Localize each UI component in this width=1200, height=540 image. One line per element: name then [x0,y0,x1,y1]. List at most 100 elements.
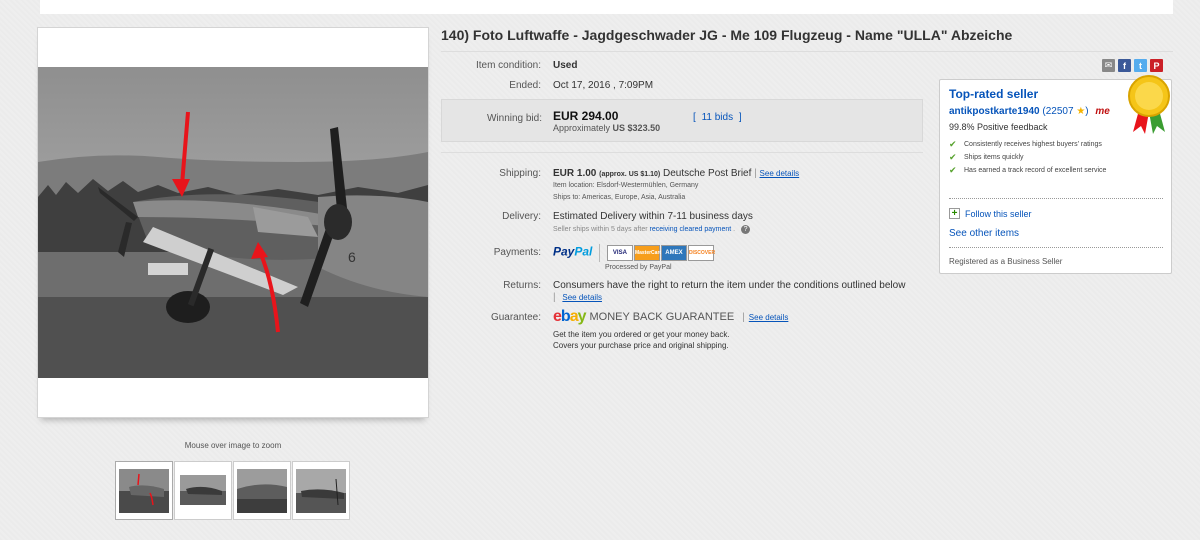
shipping-value: EUR 1.00 (approx. US $1.10) Deutsche Pos… [553,168,799,179]
winning-bid-label: Winning bid: [486,113,542,124]
guarantee-label: Guarantee: [490,312,541,323]
shipping-price: EUR 1.00 [553,168,597,179]
ships-to: Ships to: Americas, Europe, Asia, Austra… [553,194,685,201]
svg-text:6: 6 [348,249,356,265]
winning-bid-approx: Approximately US $323.50 [553,123,660,133]
delivery-note-prefix: Seller ships within 5 days after [553,226,648,233]
shipping-approx: (approx. US $1.10) [599,171,661,178]
pinterest-icon[interactable]: P [1150,59,1163,72]
payment-divider [599,244,601,262]
guarantee-line-2: Covers your purchase price and original … [553,341,729,350]
seller-name-link[interactable]: antikpostkarte1940 [949,106,1040,117]
me-badge-icon[interactable]: me [1095,106,1109,117]
email-icon[interactable]: ✉ [1102,59,1115,72]
check-icon: ✔ [949,152,957,162]
paypal-logo: PayPal [553,245,592,259]
approx-value: US $323.50 [612,123,661,133]
amex-card-icon: AMEX [660,245,687,261]
item-location: Item location: Elsdorf-Westermühlen, Ger… [553,182,698,189]
paypal-pal: Pal [574,244,593,259]
cleared-payment-link[interactable]: receiving cleared payment [650,226,732,233]
bids-link[interactable]: 11 bids [702,112,734,123]
thumbnail-strip [115,461,350,520]
top-rated-medal-icon [1128,75,1170,134]
help-icon[interactable]: ? [741,225,751,234]
bid-count: [ 11 bids ] [693,112,742,123]
winning-bid-box: Winning bid: EUR 294.00 Approximately US… [441,99,923,142]
shipping-label: Shipping: [499,168,541,179]
divider [949,198,1163,199]
plus-icon: + [949,208,960,219]
guarantee-see-details-link[interactable]: See details [749,313,789,322]
returns-see-details-link[interactable]: See details [562,293,602,302]
seller-point-text: Has earned a track record of excellent s… [964,167,1107,174]
ended-value: Oct 17, 2016 , 7:09PM [553,80,654,91]
twitter-icon[interactable]: t [1134,59,1147,72]
ebay-a: a [569,308,579,325]
processed-by-paypal: Processed by PayPal [605,264,672,271]
returns-divider: | [553,292,556,303]
top-strip [40,0,1173,14]
shipping-divider: | [754,168,757,179]
thumbnail-3[interactable] [233,461,291,520]
separator [441,152,923,153]
facebook-icon[interactable]: f [1118,59,1131,72]
ebay-y: y [577,308,587,325]
seller-box: Top-rated seller antikpostkarte1940 (225… [939,75,1172,274]
delivery-label: Delivery: [502,211,541,222]
payments-label: Payments: [493,247,541,258]
check-icon: ✔ [949,165,957,175]
item-title: 140) Foto Luftwaffe - Jagdgeschwader JG … [441,27,1173,52]
location-value: Elsdorf-Westermühlen, Germany [596,182,699,189]
thumbnail-2[interactable] [174,461,232,520]
registered-business-seller: Registered as a Business Seller [949,257,1063,266]
payment-methods: PayPal VISA MasterCard AMEX DISCOVER [553,244,715,262]
bids-open: [ [693,112,696,123]
seller-score[interactable]: (22507 [1042,106,1073,117]
delivery-note: Seller ships within 5 days after receivi… [553,225,751,234]
discover-card-icon: DISCOVER [687,245,715,261]
seller-feedback: 99.8% Positive feedback [949,122,1048,132]
seller-point: ✔ Ships items quickly [949,153,1139,162]
ships-to-value: Americas, Europe, Asia, Australia [581,194,686,201]
guarantee-line-1: Get the item you ordered or get your mon… [553,330,730,339]
seller-point-text: Consistently receives highest buyers' ra… [964,141,1102,148]
thumbnail-1[interactable] [115,461,173,520]
share-icons: ✉ f t P [1102,59,1163,72]
follow-seller-button[interactable]: + Follow this seller [949,208,1032,219]
see-other-items-link[interactable]: See other items [949,228,1019,239]
approx-prefix: Approximately [553,123,611,133]
shipping-see-details-link[interactable]: See details [760,169,800,178]
paypal-pay: Pay [553,244,575,259]
ebay-logo: ebay [553,308,586,326]
guarantee-divider: | [742,311,745,323]
visa-card-icon: VISA [606,245,633,261]
condition-label: Item condition: [475,60,541,71]
divider [949,247,1163,248]
seller-score-close: ) [1085,106,1089,117]
shipping-service: Deutsche Post Brief [663,168,752,179]
returns-details: | See details [553,292,602,303]
main-photo[interactable]: 6 [38,67,428,378]
thumbnail-4[interactable] [292,461,350,520]
seller-name-row: antikpostkarte1940 (22507 ★) me [949,106,1110,117]
ebay-b: b [560,308,571,325]
delivery-note-suffix: . [733,226,736,233]
top-rated-seller-title: Top-rated seller [949,87,1039,101]
ended-label: Ended: [509,80,541,91]
winning-bid-price: EUR 294.00 [553,109,619,123]
seller-point: ✔ Consistently receives highest buyers' r… [949,140,1139,149]
returns-value: Consumers have the right to return the i… [553,280,906,291]
location-label: Item location: [553,182,595,189]
seller-point-text: Ships items quickly [964,154,1024,161]
follow-seller-label: Follow this seller [965,208,1032,219]
main-image-frame[interactable]: 6 [37,27,429,418]
returns-label: Returns: [503,280,541,291]
ships-to-label: Ships to: [553,194,581,201]
guarantee-text: MONEY BACK GUARANTEE [589,311,735,323]
ebay-e: e [553,308,562,325]
zoom-hint: Mouse over image to zoom [184,441,282,450]
star-icon: ★ [1076,106,1086,117]
money-back-guarantee: ebay MONEY BACK GUARANTEE | See details [553,308,788,326]
seller-points: ✔ Consistently receives highest buyers' r… [949,140,1139,179]
